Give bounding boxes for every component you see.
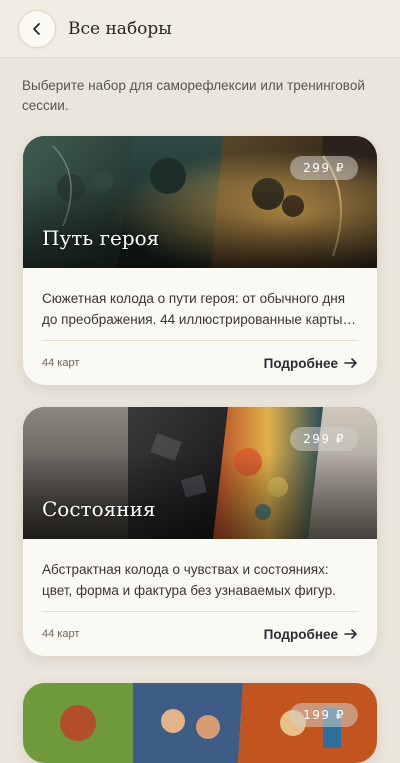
details-link[interactable]: Подробнее [264, 627, 358, 642]
deck-cover-image: 299 ₽ Состояния [23, 407, 377, 539]
price-badge: 199 ₽ [290, 703, 358, 727]
card-count: 44 карт [42, 628, 80, 640]
card-count: 44 карт [42, 357, 80, 369]
details-label: Подробнее [263, 626, 338, 642]
details-link[interactable]: Подробнее [264, 356, 358, 371]
arrow-right-icon [344, 629, 357, 639]
deck-description: Сюжетная колода о пути героя: от обычног… [42, 291, 356, 327]
deck-card-folk[interactable]: 199 ₽ [23, 683, 377, 763]
deck-card-hero[interactable]: 299 ₽ Путь героя Сюжетная колода о пути … [23, 136, 377, 385]
deck-cover-image: 299 ₽ Путь героя [23, 136, 377, 268]
deck-title: Путь героя [42, 226, 160, 250]
back-button[interactable] [18, 9, 56, 48]
intro-text: Выберите набор для саморефлексии или тре… [22, 78, 365, 113]
page-title: Все наборы [68, 18, 172, 39]
deck-card-states[interactable]: 299 ₽ Состояния Абстрактная колода о чув… [23, 407, 377, 656]
price-badge: 299 ₽ [290, 427, 358, 451]
top-bar: Все наборы [0, 0, 400, 57]
deck-cover-image: 199 ₽ [23, 683, 377, 763]
arrow-right-icon [344, 358, 357, 368]
details-label: Подробнее [263, 355, 338, 371]
chevron-left-icon [33, 22, 40, 35]
deck-description: Абстрактная колода о чувствах и состояни… [42, 562, 336, 598]
price-badge: 299 ₽ [290, 156, 358, 180]
deck-title: Состояния [42, 497, 156, 521]
